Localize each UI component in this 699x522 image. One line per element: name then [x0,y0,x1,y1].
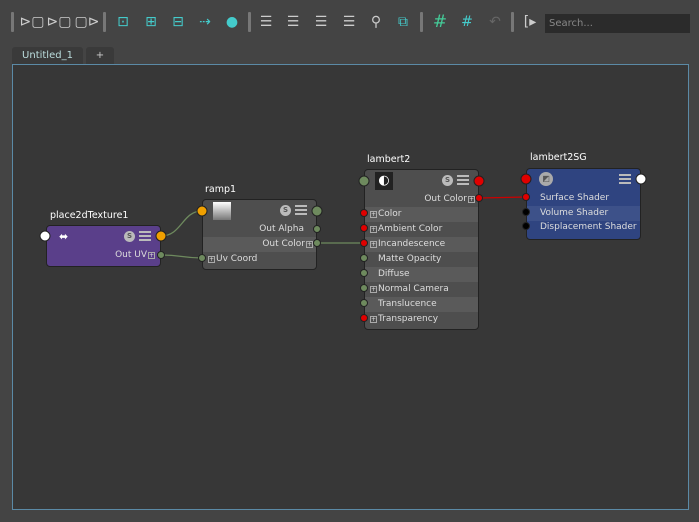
out-color-port[interactable] [475,194,483,202]
attr-normal-camera[interactable]: + Normal Camera [365,282,478,297]
expand-icon[interactable]: + [468,196,475,203]
attr-ambient-color[interactable]: + Ambient Color [365,222,478,237]
attr-label: Normal Camera [378,284,449,294]
output-port[interactable] [311,205,323,217]
attr-color[interactable]: + Color [365,207,478,222]
attribute-menu-icon[interactable] [619,174,631,184]
output-port[interactable] [155,230,167,242]
attribute-menu-icon[interactable] [295,205,307,215]
output-port[interactable] [473,175,485,187]
swatch-toggle-icon[interactable]: S [280,205,291,216]
attr-translucence[interactable]: Translucence [365,297,478,312]
attr-volume-shader[interactable]: Volume Shader [527,206,640,221]
displacement-shader-port[interactable] [522,222,530,230]
attr-out-uv[interactable]: Out UV + [47,248,160,263]
node-lambert2SG[interactable]: ◩ Surface Shader Volume Shader Displacem… [526,168,641,240]
attr-uv-coord[interactable]: + Uv Coord [203,252,316,267]
attr-out-color[interactable]: Out Color + [203,237,316,252]
attr-label: Out Color [262,239,305,249]
translucence-port[interactable] [360,299,368,307]
attr-label: Ambient Color [378,224,443,234]
connection-edge[interactable] [160,210,203,237]
color-port[interactable] [360,209,368,217]
normal-camera-port[interactable] [360,284,368,292]
attr-incandescence[interactable]: + Incandescence [365,237,478,252]
attr-label: Transparency [378,314,439,324]
node-title: ramp1 [205,184,237,195]
ramp-swatch [213,202,231,220]
expand-icon[interactable]: + [370,226,377,233]
output-port[interactable] [635,173,647,185]
swatch-toggle-icon[interactable]: S [124,231,135,242]
attr-displacement-shader[interactable]: Displacement Shader [527,220,640,235]
attribute-menu-icon[interactable] [457,175,469,185]
connection-edge[interactable] [160,254,203,259]
expand-icon[interactable]: + [370,211,377,218]
node-title: lambert2 [367,154,411,165]
expand-icon[interactable]: + [208,256,215,263]
node-ramp1[interactable]: S Out Alpha Out Color + + Uv Coord [202,199,317,270]
attr-matte-opacity[interactable]: Matte Opacity [365,252,478,267]
attr-label: Out UV [115,250,147,260]
out-uv-port[interactable] [157,251,165,259]
attribute-menu-icon[interactable] [139,231,151,241]
surface-shader-port[interactable] [522,193,530,201]
attr-transparency[interactable]: + Transparency [365,312,478,327]
expand-icon[interactable]: + [370,286,377,293]
attr-out-color[interactable]: Out Color + [365,192,478,207]
attr-out-alpha[interactable]: Out Alpha [203,222,316,237]
out-color-port[interactable] [313,239,321,247]
transparency-port[interactable] [360,314,368,322]
place2d-texture-icon: ⬌ [59,230,69,243]
expand-icon[interactable]: + [148,252,155,259]
attr-label: Uv Coord [216,254,258,264]
input-port[interactable] [196,205,208,217]
input-port[interactable] [39,230,51,242]
attr-label: Incandescence [378,239,446,249]
diffuse-port[interactable] [360,269,368,277]
shading-group-icon: ◩ [539,172,553,186]
node-place2dTexture1[interactable]: ⬌ S Out UV + [46,225,161,267]
node-lambert2[interactable]: ◐ S Out Color + + Color + Ambient Color + In… [364,169,479,330]
attr-diffuse[interactable]: Diffuse [365,267,478,282]
incandescence-port[interactable] [360,239,368,247]
expand-icon[interactable]: + [306,241,313,248]
node-title: place2dTexture1 [50,210,129,221]
volume-shader-port[interactable] [522,208,530,216]
expand-icon[interactable]: + [370,316,377,323]
swatch-toggle-icon[interactable]: S [442,175,453,186]
out-alpha-port[interactable] [313,225,321,233]
matte-opacity-port[interactable] [360,254,368,262]
node-title: lambert2SG [530,152,587,163]
expand-icon[interactable]: + [370,241,377,248]
ambient-color-port[interactable] [360,224,368,232]
connection-edge[interactable] [478,196,527,199]
uv-coord-port[interactable] [198,254,206,262]
attr-label: Out Color [424,194,467,204]
input-port[interactable] [358,175,370,187]
lambert-swatch: ◐ [375,172,393,190]
input-port[interactable] [520,173,532,185]
attr-label: Color [378,209,402,219]
attr-surface-shader[interactable]: Surface Shader [527,191,640,206]
